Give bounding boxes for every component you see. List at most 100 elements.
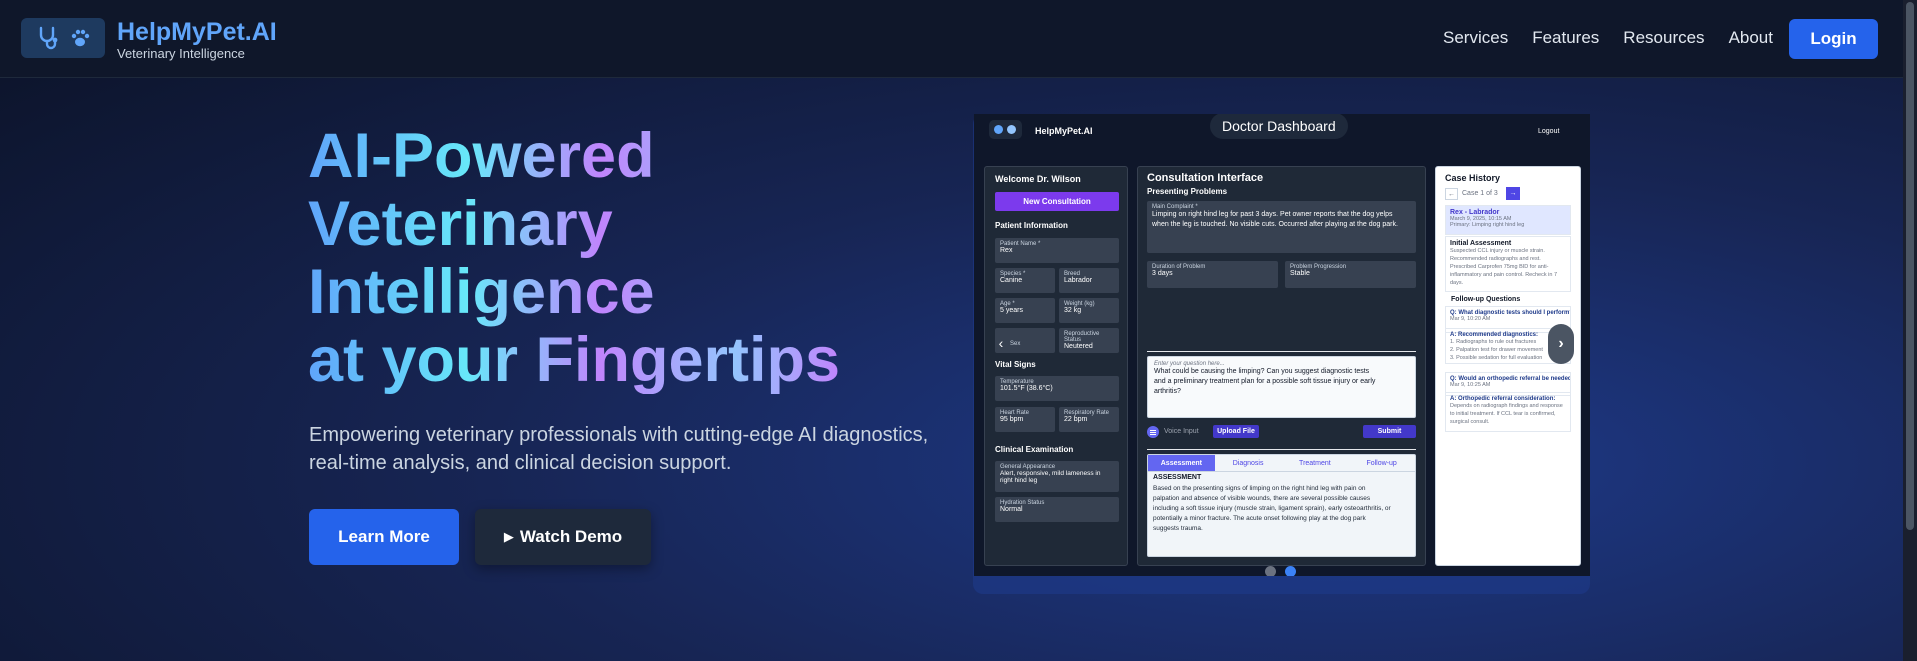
presenting-problems-heading: Presenting Problems [1147,187,1228,196]
brand-tagline: Veterinary Intelligence [117,46,245,61]
field-label: Sex [1010,341,1021,347]
nav-resources[interactable]: Resources [1623,28,1704,48]
field-value: Stable [1290,270,1310,277]
follow-up-heading: Follow-up Questions [1451,296,1521,303]
field-value: 101.5°F (38.6°C) [1000,385,1053,392]
learn-more-button[interactable]: Learn More [309,509,459,565]
nav-services[interactable]: Services [1443,28,1508,48]
submit-button[interactable]: Submit [1363,425,1416,438]
age-field[interactable]: Age * 5 years [995,298,1055,323]
field-value: Normal [1000,506,1023,513]
prev-case-button[interactable]: ← [1445,188,1458,200]
input-value: What could be causing the limping? Can y… [1154,368,1376,395]
carousel-indicator[interactable] [1265,566,1276,576]
carousel-prev-arrow[interactable]: ‹ [991,333,1011,353]
respiratory-rate-field[interactable]: Respiratory Rate 22 bpm [1059,407,1119,432]
divider [1147,449,1416,450]
hero-title-line: Veterinary [308,189,613,259]
divider [1147,351,1416,352]
response-tabs: Assessment Diagnosis Treatment Follow-up [1148,455,1415,472]
duration-field[interactable]: Duration of Problem 3 days [1147,261,1278,288]
paw-icon [71,29,90,47]
breed-field[interactable]: Breed Labrador [1059,268,1119,293]
section-text: Suspected CCL injury or muscle strain. R… [1450,248,1557,286]
tab-diagnosis[interactable]: Diagnosis [1215,455,1282,471]
brand[interactable]: HelpMyPet.AI Veterinary Intelligence [117,18,277,62]
temperature-field[interactable]: Temperature 101.5°F (38.6°C) [995,376,1119,401]
field-value: 32 kg [1064,307,1082,314]
field-value: 22 bpm [1064,416,1088,423]
preview-logo-dot [994,125,1003,134]
vital-signs-heading: Vital Signs [995,360,1036,369]
weight-field[interactable]: Weight (kg) 32 kg [1059,298,1119,323]
hero-subtitle: Empowering veterinary professionals with… [309,424,929,474]
tab-treatment[interactable]: Treatment [1282,455,1349,471]
field-value: Canine [1000,277,1023,284]
login-button[interactable]: Login [1789,19,1878,59]
new-consultation-button[interactable]: New Consultation [995,192,1119,211]
patient-panel: Welcome Dr. Wilson New Consultation Pati… [984,166,1128,566]
field-value: Rex [1000,247,1013,254]
nav-about[interactable]: About [1729,28,1773,48]
patient-name-field[interactable]: Patient Name * Rex [995,238,1119,263]
preview-logo-dot [1007,125,1016,134]
assessment-heading: ASSESSMENT [1153,474,1202,481]
hero-title-line: AI-Powered [308,121,655,191]
field-value: Alert, responsive, mild lameness in righ… [1000,470,1101,484]
assessment-text: Based on the presenting signs of limping… [1153,485,1391,532]
preview-logout: Logout [1538,128,1560,135]
field-value: Limping on right hind leg for past 3 day… [1152,211,1398,228]
general-appearance-field[interactable]: General Appearance Alert, responsive, mi… [995,461,1119,492]
case-summary[interactable]: Rex - Labrador March 9, 2025, 10:15 AM P… [1445,205,1571,235]
field-value: 5 years [1000,307,1023,314]
brand-name: HelpMyPet.AI [117,18,277,46]
case-name: Rex - Labrador [1450,209,1500,216]
stethoscope-icon [39,26,58,50]
species-field[interactable]: Species * Canine [995,268,1055,293]
watch-demo-button[interactable]: ▶ Watch Demo [475,509,651,565]
hero-title-line: at your Fingertips [308,325,841,395]
dashboard-preview: HelpMyPet.AI Logout Doctor Dashboard Wel… [974,114,1590,576]
logo[interactable] [21,18,105,58]
field-value: 3 days [1152,270,1173,277]
welcome-text: Welcome Dr. Wilson [995,174,1081,184]
microphone-icon[interactable] [1147,426,1159,438]
carousel-next-arrow[interactable]: › [1548,324,1574,364]
voice-input-label[interactable]: Voice Input [1164,428,1199,435]
question-date: Mar 9, 10:25 AM [1450,382,1491,388]
heart-rate-field[interactable]: Heart Rate 95 bpm [995,407,1055,432]
scrollbar-thumb[interactable] [1906,2,1914,530]
carousel-indicator-active[interactable] [1285,566,1296,576]
field-value: Labrador [1064,277,1093,284]
hero-title: AI-Powered Veterinary Intelligence at yo… [308,122,840,394]
answer-text: Depends on radiograph findings and respo… [1450,403,1563,425]
tab-follow-up[interactable]: Follow-up [1348,455,1415,471]
watch-demo-label: Watch Demo [519,527,623,546]
nav-features[interactable]: Features [1532,28,1599,48]
field-value: 95 bpm [1000,416,1024,423]
tab-assessment[interactable]: Assessment [1148,455,1215,471]
hydration-field[interactable]: Hydration Status Normal [995,497,1119,522]
ai-response-panel: Assessment Diagnosis Treatment Follow-up… [1147,454,1416,557]
preview-app-name: HelpMyPet.AI [1035,126,1093,136]
section-title: Initial Assessment [1450,240,1512,247]
consultation-title: Consultation Interface [1147,172,1264,184]
next-case-button[interactable]: → [1506,187,1520,200]
field-value: Neutered [1064,343,1093,350]
case-history-title: Case History [1445,173,1501,183]
upload-file-button[interactable]: Upload File [1213,425,1259,438]
clinical-exam-heading: Clinical Examination [995,445,1074,454]
main-nav: Services Features Resources About [1419,28,1773,48]
initial-assessment: Initial Assessment Suspected CCL injury … [1445,236,1571,292]
repro-status-field[interactable]: Reproductive Status Neutered [1059,328,1119,353]
top-navbar: HelpMyPet.AI Veterinary Intelligence Ser… [0,0,1903,78]
case-primary: Primary: Limping right hind leg [1450,222,1525,228]
hero-title-line: Intelligence [308,257,655,327]
main-complaint-field[interactable]: Main Complaint * Limping on right hind l… [1147,201,1416,253]
followup-answer: A: Orthopedic referral consideration: De… [1445,392,1571,432]
question-input[interactable]: Enter your question here... What could b… [1147,356,1416,418]
progression-field[interactable]: Problem Progression Stable [1285,261,1416,288]
field-label: Reproductive Status [1064,331,1100,343]
patient-info-heading: Patient Information [995,221,1068,230]
page-scrollbar[interactable] [1903,0,1917,661]
